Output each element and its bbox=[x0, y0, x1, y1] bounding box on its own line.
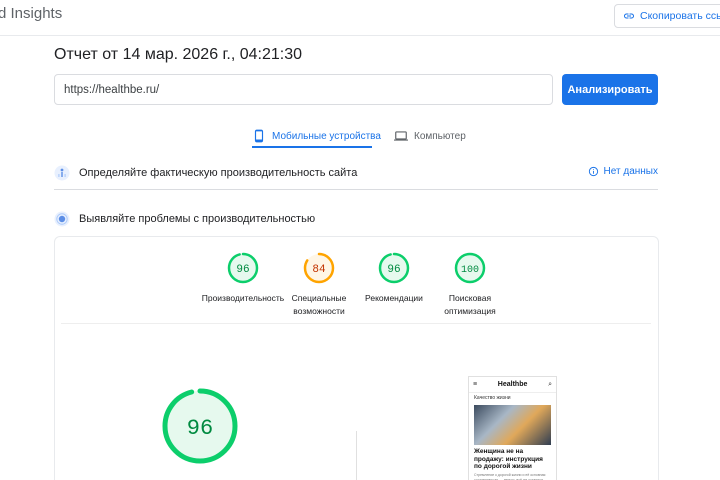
main-performance-value: 96 bbox=[187, 416, 213, 441]
score-seo[interactable]: 100 Поисковая оптимизация bbox=[425, 251, 515, 318]
lab-data-label: Выявляйте проблемы с производительностью bbox=[79, 213, 316, 225]
score-best-practices-gauge: 96 bbox=[378, 252, 410, 284]
link-icon bbox=[624, 13, 634, 19]
score-seo-label-line2: оптимизация bbox=[444, 306, 496, 316]
score-performance-gauge: 96 bbox=[227, 252, 259, 284]
tab-mobile-label: Мобильные устройства bbox=[272, 130, 381, 142]
page-screenshot-preview: ≡ Healthbe ⌕ Качество жизни Женщина не н… bbox=[468, 376, 557, 480]
preview-header: ≡ Healthbe ⌕ bbox=[469, 377, 556, 392]
score-best-practices-value: 96 bbox=[387, 264, 400, 276]
tab-mobile[interactable]: Мобильные устройства bbox=[252, 124, 381, 148]
preview-brand: Healthbe bbox=[497, 381, 528, 388]
score-accessibility-gauge: 84 bbox=[303, 252, 335, 284]
field-data-icon bbox=[54, 165, 70, 180]
vertical-divider bbox=[356, 431, 357, 480]
preview-category: Качество жизни bbox=[469, 392, 556, 403]
score-seo-gauge: 100 bbox=[454, 252, 486, 284]
scores-card: 96 Производительность 84 Специальные воз… bbox=[54, 236, 659, 480]
field-data-label: Определяйте фактическую производительнос… bbox=[79, 166, 358, 179]
info-icon bbox=[588, 166, 598, 177]
preview-headline: Женщина не на продажу: инструкция по дор… bbox=[474, 448, 543, 470]
analyze-button[interactable]: Анализировать bbox=[562, 74, 658, 105]
score-seo-label-line1: Поисковая bbox=[448, 293, 492, 303]
no-data-label: Нет данных bbox=[603, 166, 658, 177]
field-data-section: Определяйте фактическую производительнос… bbox=[54, 156, 658, 190]
preview-body: Стремление к дорогой жизни и её основная… bbox=[474, 472, 546, 480]
diagnose-icon bbox=[54, 211, 70, 227]
preview-image bbox=[474, 405, 551, 445]
tab-desktop-label: Компьютер bbox=[414, 130, 466, 142]
smartphone-icon bbox=[254, 129, 264, 143]
menu-icon: ≡ bbox=[473, 381, 478, 388]
tab-desktop[interactable]: Компьютер bbox=[394, 124, 466, 148]
score-accessibility-label-line2: возможности bbox=[293, 306, 345, 316]
top-bar: d Insights Скопировать ссылк bbox=[0, 0, 720, 36]
no-data-link[interactable]: Нет данных bbox=[588, 166, 658, 177]
url-input[interactable] bbox=[54, 74, 553, 105]
score-performance-value: 96 bbox=[236, 264, 249, 276]
score-seo-label: Поисковая оптимизация bbox=[425, 292, 515, 318]
active-tab-indicator bbox=[252, 146, 372, 148]
score-accessibility-value: 84 bbox=[312, 264, 326, 276]
laptop-icon bbox=[394, 131, 408, 141]
lab-data-section: Выявляйте проблемы с производительностью bbox=[54, 204, 658, 234]
app-title: d Insights bbox=[0, 5, 63, 22]
copy-link-button[interactable]: Скопировать ссылк bbox=[614, 4, 720, 28]
main-performance-gauge: 96 bbox=[162, 388, 238, 464]
report-title: Отчет от 14 мар. 2026 г., 04:21:30 bbox=[54, 46, 303, 63]
search-icon: ⌕ bbox=[548, 380, 552, 388]
copy-link-label: Скопировать ссылк bbox=[640, 10, 720, 22]
main-performance-score: 96 bbox=[161, 387, 239, 465]
card-divider bbox=[61, 323, 651, 324]
score-seo-value: 100 bbox=[461, 265, 479, 276]
